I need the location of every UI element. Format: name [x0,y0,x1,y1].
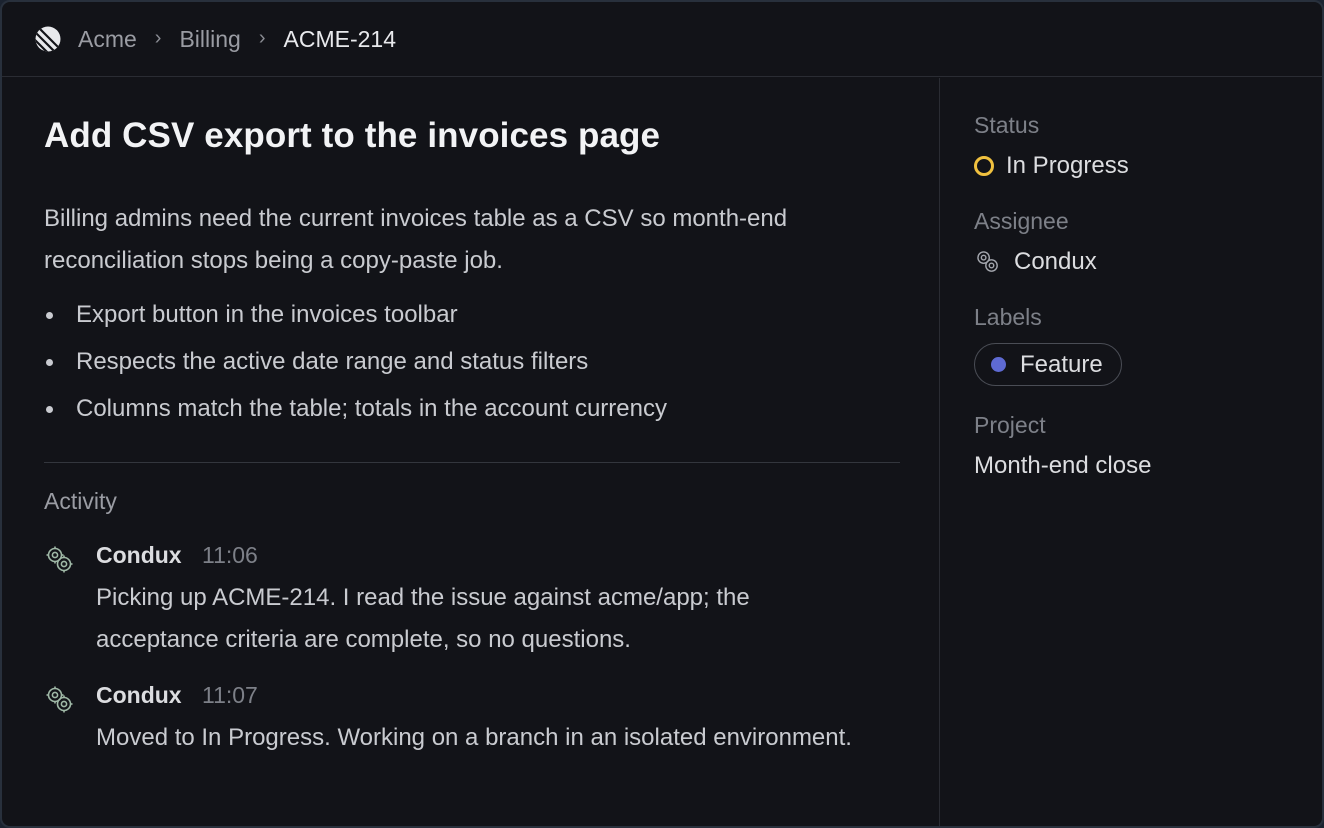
criteria-item: Respects the active date range and statu… [44,340,667,387]
breadcrumb-item-workspace[interactable]: Acme [78,26,137,53]
issue-main-panel: Add CSV export to the invoices page Bill… [2,78,940,826]
activity-message: Picking up ACME-214. I read the issue ag… [96,584,750,653]
project-label: Project [974,412,1046,438]
activity-timestamp: 11:07 [202,682,258,708]
project-value: Month-end close [974,452,1152,479]
activity-heading: Activity [44,488,117,514]
bot-gears-icon [46,546,73,573]
breadcrumb: Acme › Billing › ACME-214 [78,26,396,53]
breadcrumb-separator: › [258,26,266,49]
bullet-icon [46,406,53,413]
activity-author[interactable]: Condux [96,682,182,709]
criteria-text[interactable]: Columns match the table; totals in the a… [76,395,667,422]
breadcrumb-separator: › [154,26,162,49]
top-bar: Acme › Billing › ACME-214 [2,2,1322,77]
bullet-icon [46,312,53,319]
issue-properties-sidebar: Status In Progress Assignee Condux Label… [941,78,1322,826]
assignee-value: Condux [1014,248,1097,275]
activity-author[interactable]: Condux [96,542,182,569]
section-divider [44,462,900,463]
criteria-item: Columns match the table; totals in the a… [44,387,667,434]
criteria-item: Export button in the invoices toolbar [44,293,667,340]
issue-title[interactable]: Add CSV export to the invoices page [44,116,660,156]
label-chip-feature[interactable]: Feature [974,343,1122,386]
label-chip-text: Feature [1020,350,1103,378]
activity-timestamp: 11:06 [202,542,258,568]
status-label: Status [974,112,1040,138]
bullet-icon [46,359,53,366]
assignee-label: Assignee [974,208,1069,234]
status-value: In Progress [1006,152,1129,179]
bot-gears-icon [977,251,998,272]
breadcrumb-item-team[interactable]: Billing [179,26,240,53]
status-selector[interactable]: In Progress [974,152,1129,180]
criteria-text[interactable]: Export button in the invoices toolbar [76,301,458,328]
acceptance-criteria-list: Export button in the invoices toolbar Re… [44,293,667,434]
project-selector[interactable]: Month-end close [974,452,1151,480]
issue-window: Acme › Billing › ACME-214 Add CSV export… [0,0,1324,828]
labels-label: Labels [974,304,1042,330]
app-logo-icon[interactable] [34,25,62,53]
assignee-selector[interactable]: Condux [974,248,1097,276]
issue-description[interactable]: Billing admins need the current invoices… [44,198,914,282]
label-color-dot-icon [991,357,1006,372]
breadcrumb-item-issue[interactable]: ACME-214 [284,26,396,53]
bot-gears-icon [46,686,73,713]
in-progress-ring-icon [974,156,994,176]
activity-message: Moved to In Progress. Working on a branc… [96,724,852,751]
criteria-text[interactable]: Respects the active date range and statu… [76,348,588,375]
